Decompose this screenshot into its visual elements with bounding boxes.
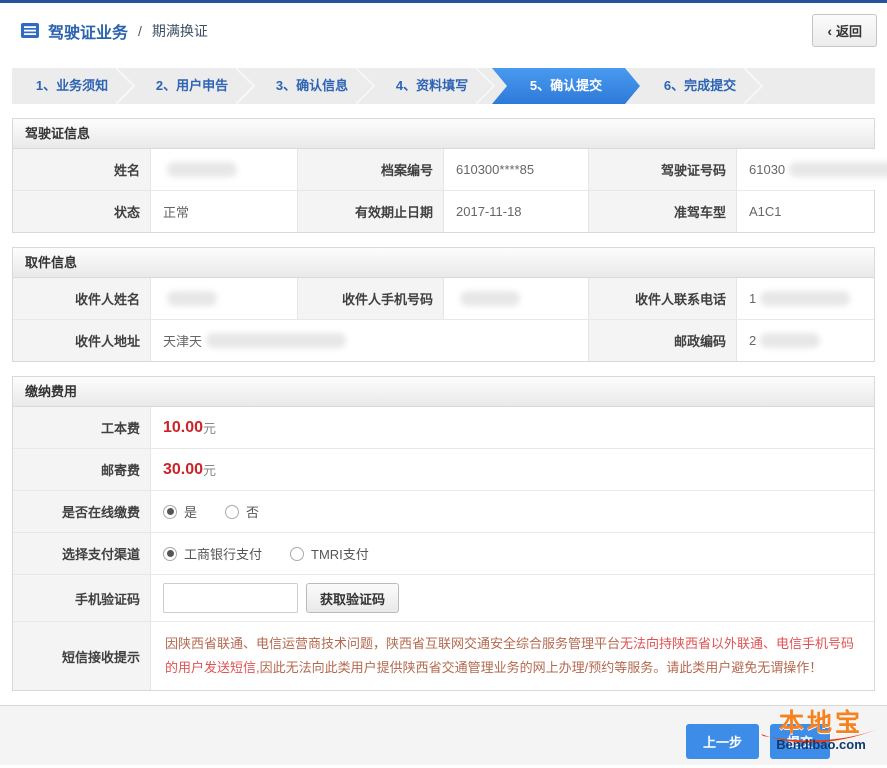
- address-value: 天津天: [151, 320, 589, 361]
- file-number-label: 档案编号: [298, 149, 444, 190]
- postcode-label: 邮政编码: [589, 320, 737, 361]
- watermark-logo-text: 本地宝: [759, 710, 883, 736]
- radio-channel-icbc[interactable]: 工商银行支付: [163, 544, 262, 563]
- back-chevron-icon: ‹: [827, 23, 832, 39]
- contact-phone-value: 1: [737, 278, 874, 319]
- step-6-complete-submit: 6、完成提交: [640, 68, 760, 104]
- radio-pay-online-yes[interactable]: 是: [163, 502, 197, 521]
- breadcrumb-separator: /: [138, 23, 142, 39]
- step-5-confirm-submit-active: 5、确认提交: [492, 68, 640, 104]
- expiry-value: 2017-11-18: [444, 191, 589, 232]
- expiry-label: 有效期止日期: [298, 191, 444, 232]
- pickup-info-section: 取件信息 收件人姓名 收件人手机号码 收件人联系电话 1 收件人地址 天津天 邮…: [12, 247, 875, 362]
- bendibao-watermark: 本地宝 Bendibao.com: [759, 710, 883, 752]
- step-1-business-notice: 1、业务须知: [12, 68, 132, 104]
- back-button-label: 返回: [836, 21, 862, 40]
- watermark-domain-text: Bendibao.com: [759, 737, 883, 752]
- redacted-recipient-mobile: [460, 291, 520, 306]
- production-fee-label: 工本费: [13, 407, 151, 448]
- breadcrumb-current: 期满换证: [152, 21, 208, 41]
- sms-code-label: 手机验证码: [13, 575, 151, 621]
- file-number-value: 610300****85: [444, 149, 589, 190]
- get-sms-code-button[interactable]: 获取验证码: [306, 583, 399, 613]
- payment-channel-label: 选择支付渠道: [13, 533, 151, 574]
- redacted-address: [206, 333, 346, 348]
- pay-online-label: 是否在线缴费: [13, 491, 151, 532]
- previous-step-button[interactable]: 上一步: [686, 724, 759, 759]
- step-2-user-declaration: 2、用户申告: [132, 68, 252, 104]
- production-fee-value: 10.00元: [151, 407, 874, 448]
- redacted-license-number: [789, 162, 887, 177]
- form-list-icon: [20, 22, 40, 39]
- contact-phone-label: 收件人联系电话: [589, 278, 737, 319]
- step-bar-filler: [760, 68, 875, 104]
- radio-selected-icon: [163, 547, 177, 561]
- mailing-fee-label: 邮寄费: [13, 449, 151, 490]
- recipient-mobile-value: [444, 278, 589, 319]
- step-progress-bar: 1、业务须知 2、用户申告 3、确认信息 4、资料填写 5、确认提交 6、完成提…: [12, 68, 875, 104]
- recipient-name-label: 收件人姓名: [13, 278, 151, 319]
- radio-pay-online-no[interactable]: 否: [225, 502, 259, 521]
- sms-code-input[interactable]: [163, 583, 298, 613]
- radio-unselected-icon: [225, 505, 239, 519]
- radio-unselected-icon: [290, 547, 304, 561]
- action-footer: 上一步 提交 本地宝 Bendibao.com: [0, 705, 887, 765]
- recipient-mobile-label: 收件人手机号码: [298, 278, 444, 319]
- pickup-section-title: 取件信息: [13, 248, 874, 278]
- vehicle-class-value: A1C1: [737, 191, 874, 232]
- sms-notice-label: 短信接收提示: [13, 622, 151, 690]
- recipient-name-value: [151, 278, 298, 319]
- license-number-value: 61030: [737, 149, 887, 190]
- license-section-title: 驾驶证信息: [13, 119, 874, 149]
- license-info-section: 驾驶证信息 姓名 档案编号 610300****85 驾驶证号码 61030 状…: [12, 118, 875, 233]
- step-4-fill-data: 4、资料填写: [372, 68, 492, 104]
- redacted-name: [167, 162, 237, 177]
- name-value: [151, 149, 298, 190]
- radio-selected-icon: [163, 505, 177, 519]
- step-3-confirm-info: 3、确认信息: [252, 68, 372, 104]
- sms-notice-part1: 因陕西省联通、电信运营商技术问题，陕西省互联网交通安全综合服务管理平台: [165, 636, 620, 651]
- redacted-contact-phone: [760, 291, 850, 306]
- back-button[interactable]: ‹ 返回: [812, 14, 877, 47]
- address-label: 收件人地址: [13, 320, 151, 361]
- vehicle-class-label: 准驾车型: [589, 191, 737, 232]
- mailing-fee-value: 30.00元: [151, 449, 874, 490]
- status-label: 状态: [13, 191, 151, 232]
- redacted-postcode: [760, 333, 820, 348]
- page-header: 驾驶证业务 / 期满换证 ‹ 返回: [0, 3, 887, 58]
- status-value: 正常: [151, 191, 298, 232]
- name-label: 姓名: [13, 149, 151, 190]
- sms-notice-text: 因陕西省联通、电信运营商技术问题，陕西省互联网交通安全综合服务管理平台无法向持陕…: [151, 622, 874, 690]
- sms-notice-part3: 因此无法向此类用户提供陕西省交通管理业务的网上办理/预约等服务。请此类用户避免无…: [260, 660, 823, 675]
- page-title: 驾驶证业务: [48, 19, 128, 43]
- radio-channel-tmri[interactable]: TMRI支付: [290, 544, 369, 563]
- payment-section: 缴纳费用 工本费 10.00元 邮寄费 30.00元 是否在线缴费 是 否 选择…: [12, 376, 875, 691]
- postcode-value: 2: [737, 320, 874, 361]
- license-number-label: 驾驶证号码: [589, 149, 737, 190]
- redacted-recipient-name: [167, 291, 217, 306]
- payment-section-title: 缴纳费用: [13, 377, 874, 407]
